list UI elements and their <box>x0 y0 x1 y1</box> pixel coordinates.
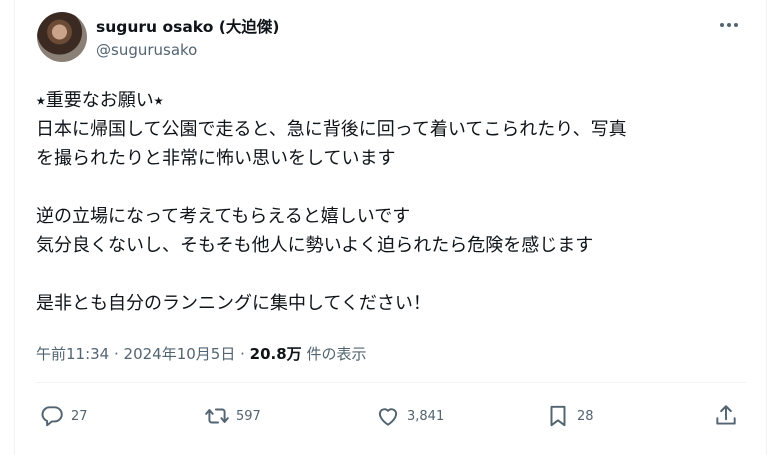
like-count: 3,841 <box>407 408 445 424</box>
tweet-line: ⭑重要なお願い⭑ <box>36 90 164 111</box>
author-handle[interactable]: @sugurusako <box>96 41 197 59</box>
tweet-meta: 午前11:34 · 2024年10月5日 · 20.8万 件の表示 <box>36 343 366 364</box>
tweet-text: ⭑重要なお願い⭑ 日本に帰国して公園で走ると、急に背後に回って着いてこられたり、… <box>36 86 756 318</box>
view-count-label: 件の表示 <box>301 345 367 363</box>
bookmark-count: 28 <box>577 408 594 424</box>
author-display-name[interactable]: suguru osako (大迫傑) <box>96 15 279 37</box>
share-icon <box>716 405 736 425</box>
retweet-icon <box>205 408 229 424</box>
bookmark-button[interactable]: 28 <box>545 402 594 430</box>
retweet-count: 597 <box>236 408 261 424</box>
reply-button[interactable]: 27 <box>39 402 88 430</box>
tweet-line: 逆の立場になって考えてもらえると嬉しいです <box>36 206 411 227</box>
tweet-line: を撮られたりと非常に怖い思いをしています <box>36 148 396 169</box>
like-button[interactable]: 3,841 <box>375 402 444 430</box>
tweet-line: 日本に帰国して公園で走ると、急に背後に回って着いてこられたり、写真 <box>36 119 627 140</box>
view-count: 20.8万 <box>249 345 302 363</box>
tweet-line: 是非とも自分のランニングに集中してください！ <box>36 293 431 314</box>
heart-icon <box>378 408 398 426</box>
avatar[interactable] <box>37 12 87 62</box>
reply-count: 27 <box>71 408 88 424</box>
reply-icon <box>41 406 63 427</box>
tweet-line: 気分良くないし、そもそも他人に勢いよく迫られたら危険を感じます <box>36 235 594 256</box>
tweet-timestamp[interactable]: 午前11:34 · 2024年10月5日 · <box>36 345 250 363</box>
retweet-button[interactable]: 597 <box>204 402 261 430</box>
bookmark-icon <box>550 405 566 427</box>
divider <box>36 382 746 383</box>
more-options-icon[interactable] <box>717 16 741 34</box>
share-button[interactable] <box>713 402 739 430</box>
tweet-card: suguru osako (大迫傑) @sugurusako ⭑重要なお願い⭑ … <box>14 0 767 455</box>
